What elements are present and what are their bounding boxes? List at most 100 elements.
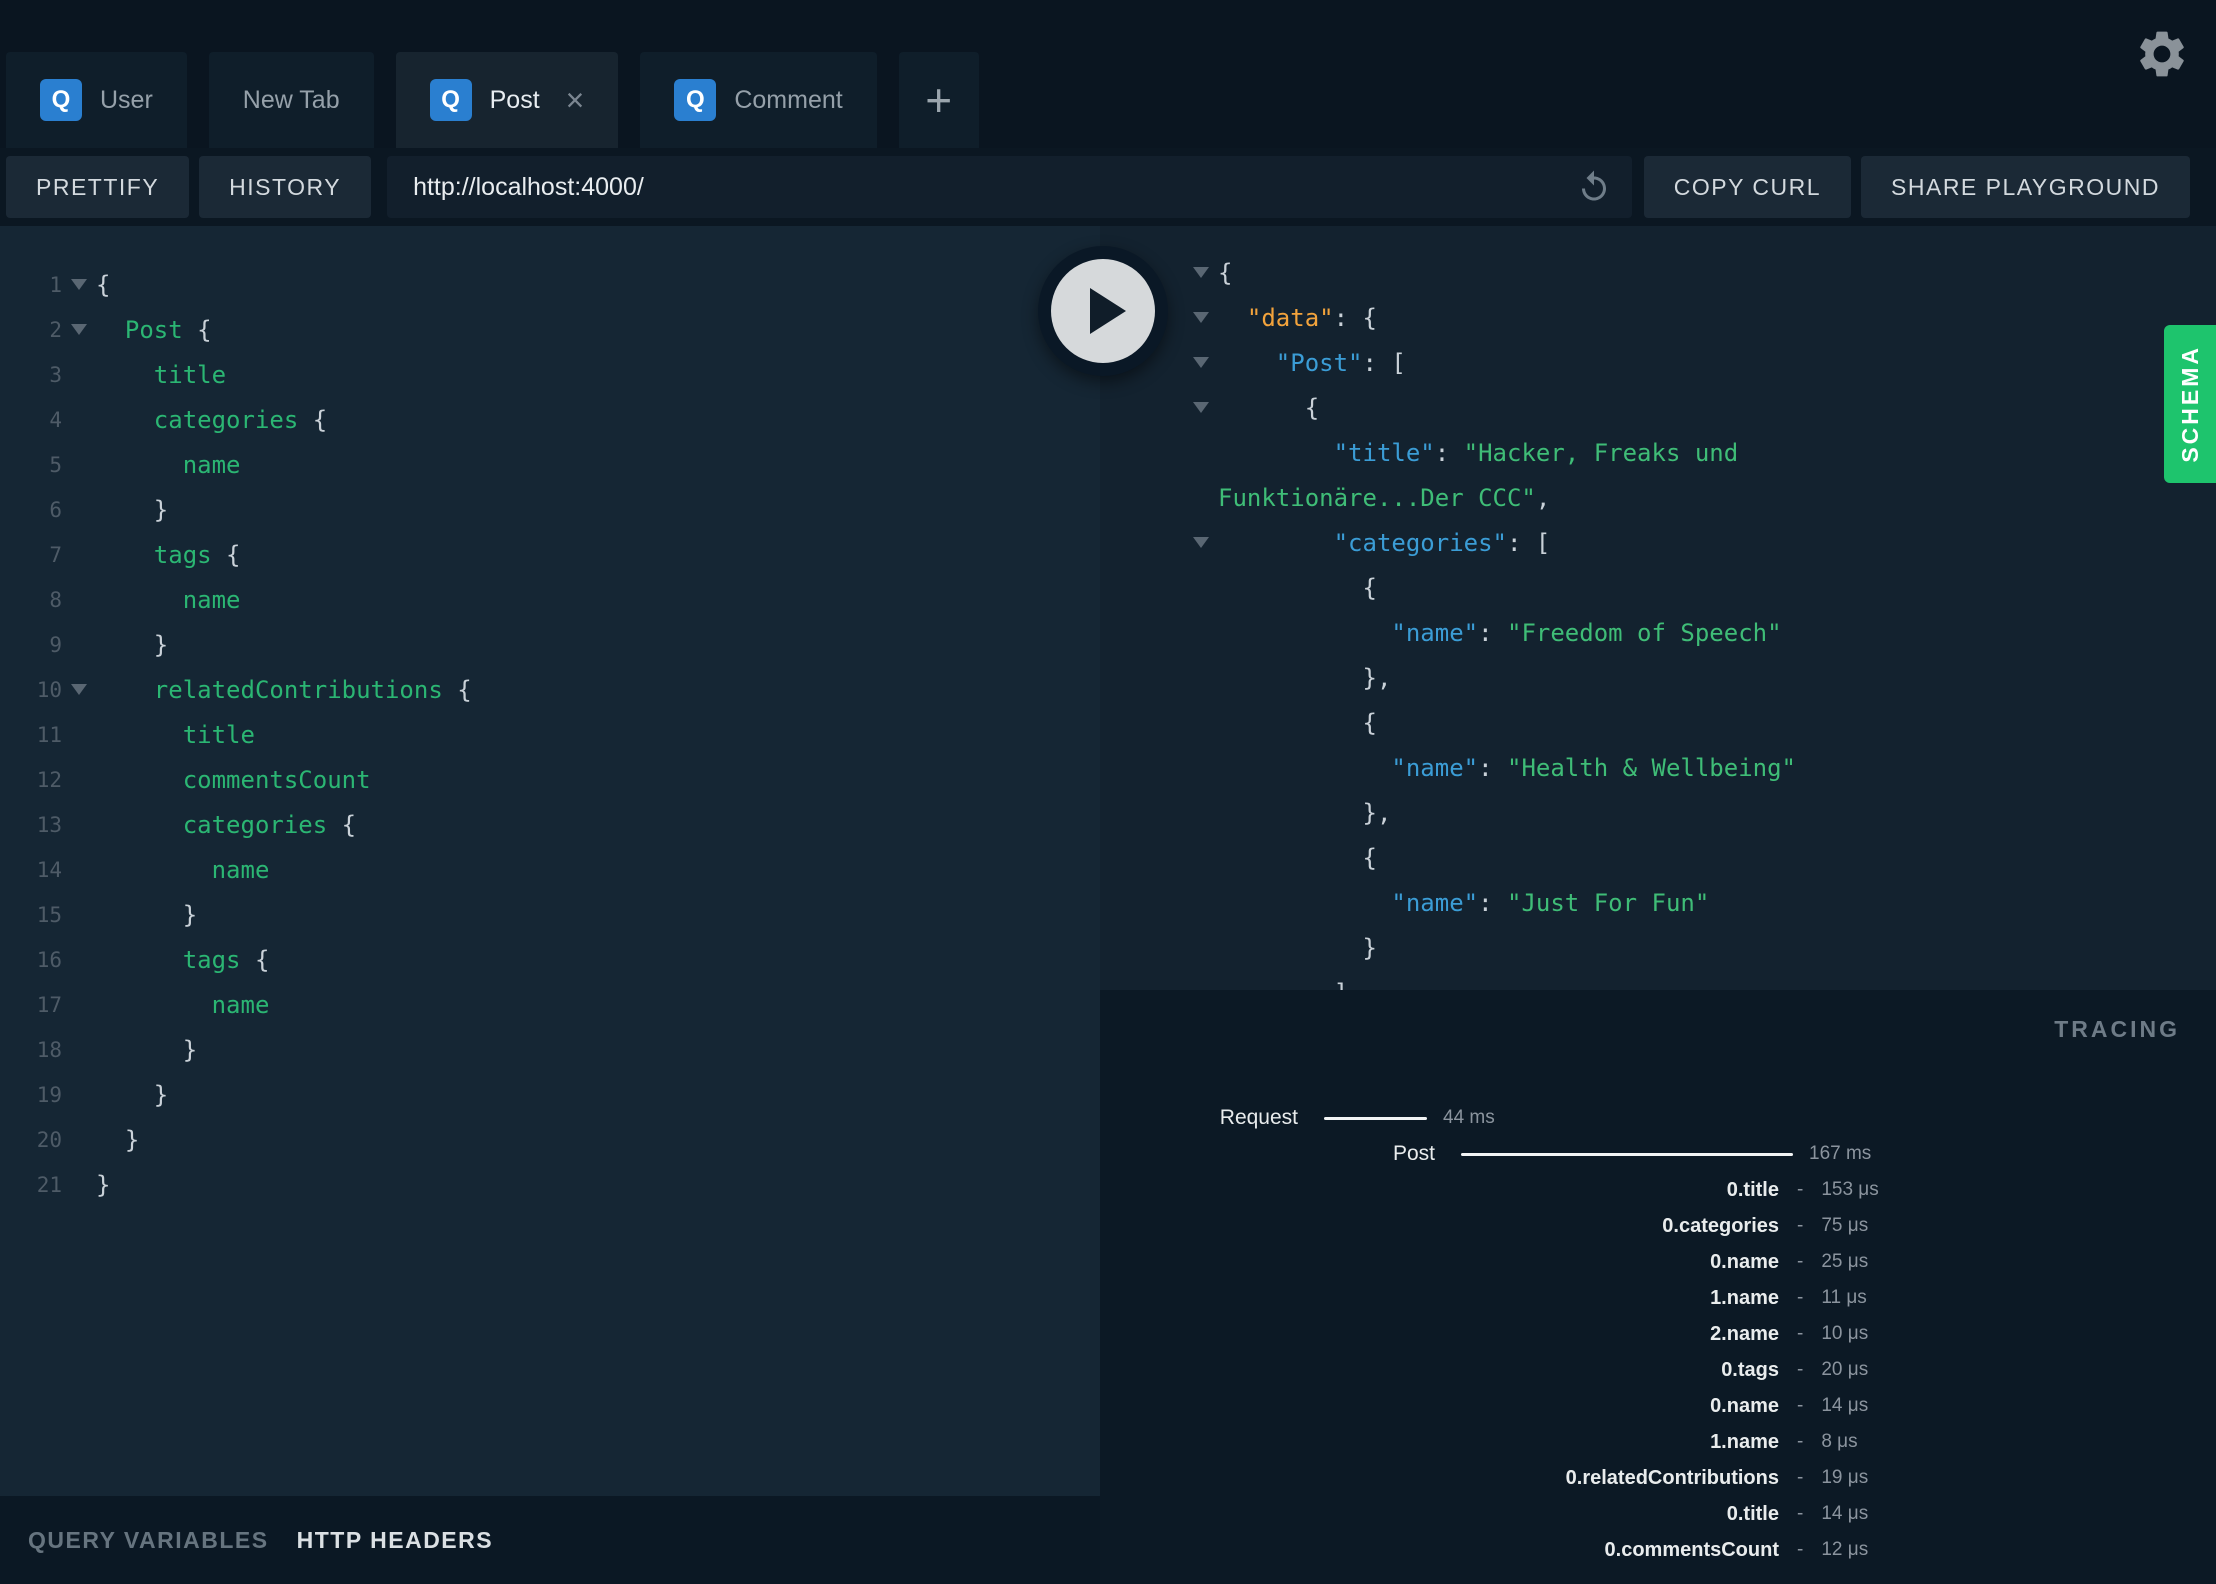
tab-new-tab[interactable]: New Tab (208, 52, 374, 148)
trace-field-label: 0.relatedContributions (1565, 1466, 1779, 1489)
url-input[interactable] (413, 172, 1572, 202)
code-text: { (1218, 573, 1377, 602)
code-text: "title": "Hacker, Freaks und (1333, 438, 1739, 467)
query-editor-line: 11 title (0, 712, 1100, 757)
share-playground-button[interactable]: SHARE PLAYGROUND (1861, 156, 2190, 218)
fold-arrow-icon[interactable] (62, 324, 96, 335)
trace-span-row: Request 44 ms (1100, 1100, 2216, 1136)
trace-field-label: 0.title (1726, 1502, 1779, 1525)
tab-comment[interactable]: Q Comment (640, 52, 877, 148)
line-number: 10 (36, 677, 62, 702)
query-editor-line: 13 categories { (0, 802, 1100, 847)
close-tab-icon[interactable]: × (566, 84, 585, 116)
response-line: }, (1100, 655, 2216, 700)
fold-gutter (1184, 897, 1218, 908)
url-bar (387, 156, 1632, 218)
schema-tab[interactable]: SCHEMA (2164, 325, 2216, 483)
fold-arrow-icon[interactable] (1184, 312, 1218, 323)
code-text: Funktionäre...Der CCC", (1218, 483, 1551, 512)
fold-gutter (62, 819, 96, 830)
fold-gutter (1184, 852, 1218, 863)
tracing-title: TRACING (2054, 1016, 2180, 1042)
query-tab-icon: Q (674, 79, 717, 121)
trace-field-duration: 14 μs (1821, 1503, 1869, 1524)
trace-dash: - (1797, 1251, 1804, 1272)
fold-arrow-icon[interactable] (1184, 537, 1218, 548)
line-number: 11 (36, 722, 62, 747)
code-text: } (96, 495, 169, 524)
copy-curl-button[interactable]: COPY CURL (1643, 156, 1852, 218)
trace-span-duration: 167 ms (1809, 1143, 1872, 1164)
fold-gutter (1184, 672, 1218, 683)
prettify-button[interactable]: PRETTIFY (6, 156, 190, 218)
query-editor-line: 6 } (0, 487, 1100, 532)
response-line: { (1100, 385, 2216, 430)
response-line: "name": "Just For Fun" (1100, 880, 2216, 925)
http-headers-tab[interactable]: HTTP HEADERS (297, 1527, 494, 1554)
fold-gutter (1184, 447, 1218, 458)
trace-field-row: 0.relatedContributions -19 μs (1100, 1460, 2216, 1496)
code-text: "data": { (1246, 303, 1377, 332)
line-number: 12 (36, 767, 62, 792)
query-editor-line: 12 commentsCount (0, 757, 1100, 802)
fold-gutter (1184, 807, 1218, 818)
tab-user[interactable]: Q User (6, 52, 187, 148)
line-number: 7 (49, 542, 62, 567)
code-text: }, (1218, 798, 1392, 827)
tab-label: User (100, 85, 153, 114)
trace-field-label: 0.title (1726, 1178, 1779, 1201)
code-text: } (96, 1170, 111, 1199)
response-line: "name": "Health & Wellbeing" (1100, 745, 2216, 790)
code-text: categories { (153, 405, 328, 434)
trace-span-label: Request (1219, 1106, 1298, 1129)
query-editor-line: 8 name (0, 577, 1100, 622)
line-number: 2 (49, 317, 62, 342)
trace-field-row: 1.name -8 μs (1100, 1424, 2216, 1460)
code-text: } (96, 630, 169, 659)
trace-dash: - (1797, 1359, 1804, 1380)
tab-label: Comment (734, 85, 843, 114)
fold-gutter (1184, 762, 1218, 773)
code-text: "categories": [ (1333, 528, 1551, 557)
history-button[interactable]: HISTORY (199, 156, 372, 218)
line-number: 15 (36, 902, 62, 927)
code-text: tags { (182, 945, 270, 974)
query-variables-tab[interactable]: QUERY VARIABLES (28, 1527, 269, 1554)
line-number: 21 (36, 1172, 62, 1197)
code-text: { (1218, 258, 1233, 287)
fold-triangle (1193, 402, 1209, 413)
trace-field-row: 0.title -14 μs (1100, 1496, 2216, 1532)
trace-span-row: Post 167 ms (1100, 1136, 2216, 1172)
query-editor-line: 5 name (0, 442, 1100, 487)
fold-gutter (62, 414, 96, 425)
schema-tab-label: SCHEMA (2176, 345, 2203, 463)
query-editor[interactable]: 1{2 Post {3 title 4 categories {5 name 6 }… (0, 226, 1100, 1496)
code-text: tags { (153, 540, 241, 569)
fold-arrow-icon[interactable] (62, 684, 96, 695)
query-editor-line: 1{ (0, 262, 1100, 307)
tab-label: Post (489, 85, 540, 114)
response-line: "data": { (1100, 295, 2216, 340)
fold-arrow-icon[interactable] (1184, 357, 1218, 368)
settings-gear-icon[interactable] (2134, 26, 2190, 82)
query-editor-line: 2 Post { (0, 307, 1100, 352)
fold-arrow-icon[interactable] (1184, 267, 1218, 278)
fold-arrow-icon[interactable] (62, 279, 96, 290)
fold-arrow-icon[interactable] (1184, 402, 1218, 413)
response-viewer: { "data": { "Post": [ { "title": "Hacker… (1100, 226, 2216, 990)
trace-span-duration: 44 ms (1443, 1107, 1495, 1128)
trace-field-label: 0.name (1710, 1394, 1779, 1417)
response-line: "Post": [ (1100, 340, 2216, 385)
execute-button[interactable] (1038, 246, 1168, 376)
line-number: 17 (36, 992, 62, 1017)
query-editor-line: 3 title (0, 352, 1100, 397)
trace-field-row: 0.categories -75 μs (1100, 1208, 2216, 1244)
trace-field-duration: 10 μs (1821, 1323, 1869, 1344)
new-tab-button[interactable]: + (898, 52, 979, 148)
tab-post[interactable]: Q Post × (395, 52, 619, 148)
trace-field-label: 0.name (1710, 1250, 1779, 1273)
reset-url-icon[interactable] (1576, 169, 1612, 205)
fold-gutter (62, 369, 96, 380)
trace-dash: - (1797, 1215, 1804, 1236)
response-line: "name": "Freedom of Speech" (1100, 610, 2216, 655)
